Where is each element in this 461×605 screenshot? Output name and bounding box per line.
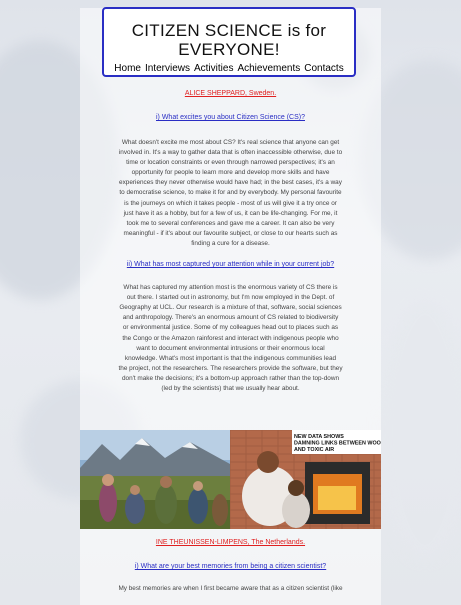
answer-1: What doesn't excite me most about CS? It…	[118, 139, 343, 247]
field-work-photo	[80, 430, 230, 529]
title-line-1: CITIZEN SCIENCE is for	[131, 21, 327, 40]
interview-2-content: INE THEUNISSEN-LIMPENS, The Netherlands.…	[98, 538, 363, 594]
interviewee-2-name: INE THEUNISSEN-LIMPENS, The Netherlands.	[155, 539, 306, 546]
answer-2: What has captured my attention most is t…	[118, 284, 343, 392]
page-title: CITIZEN SCIENCE is for EVERYONE!	[104, 21, 354, 59]
interviewee-name: ALICE SHEPPARD, Sweden.	[184, 90, 277, 97]
question-1: i) What excites you about Citizen Scienc…	[155, 114, 305, 121]
wood-burner-photo: NEW DATA SHOWS DAMNING LINKS BETWEEN WOO…	[230, 430, 381, 529]
nav-activities[interactable]: Activities	[194, 63, 233, 74]
nav-contacts[interactable]: Contacts	[304, 63, 343, 74]
nav-achievements[interactable]: Achievements	[237, 63, 300, 74]
nav-home[interactable]: Home	[114, 63, 141, 74]
title-line-2: EVERYONE!	[178, 40, 280, 59]
photo-strip: NEW DATA SHOWS DAMNING LINKS BETWEEN WOO…	[80, 430, 381, 529]
answer-2-1: My best memories are when I first became…	[118, 585, 343, 592]
site-header: CITIZEN SCIENCE is for EVERYONE! Home In…	[102, 7, 356, 77]
question-2: ii) What has most captured your attentio…	[126, 261, 335, 269]
question-2-1: i) What are your best memories from bein…	[134, 563, 327, 570]
interview-content: ALICE SHEPPARD, Sweden. i) What excites …	[98, 86, 363, 394]
main-nav: Home Interviews Activities Achievements …	[104, 63, 354, 74]
nav-interviews[interactable]: Interviews	[145, 63, 190, 74]
